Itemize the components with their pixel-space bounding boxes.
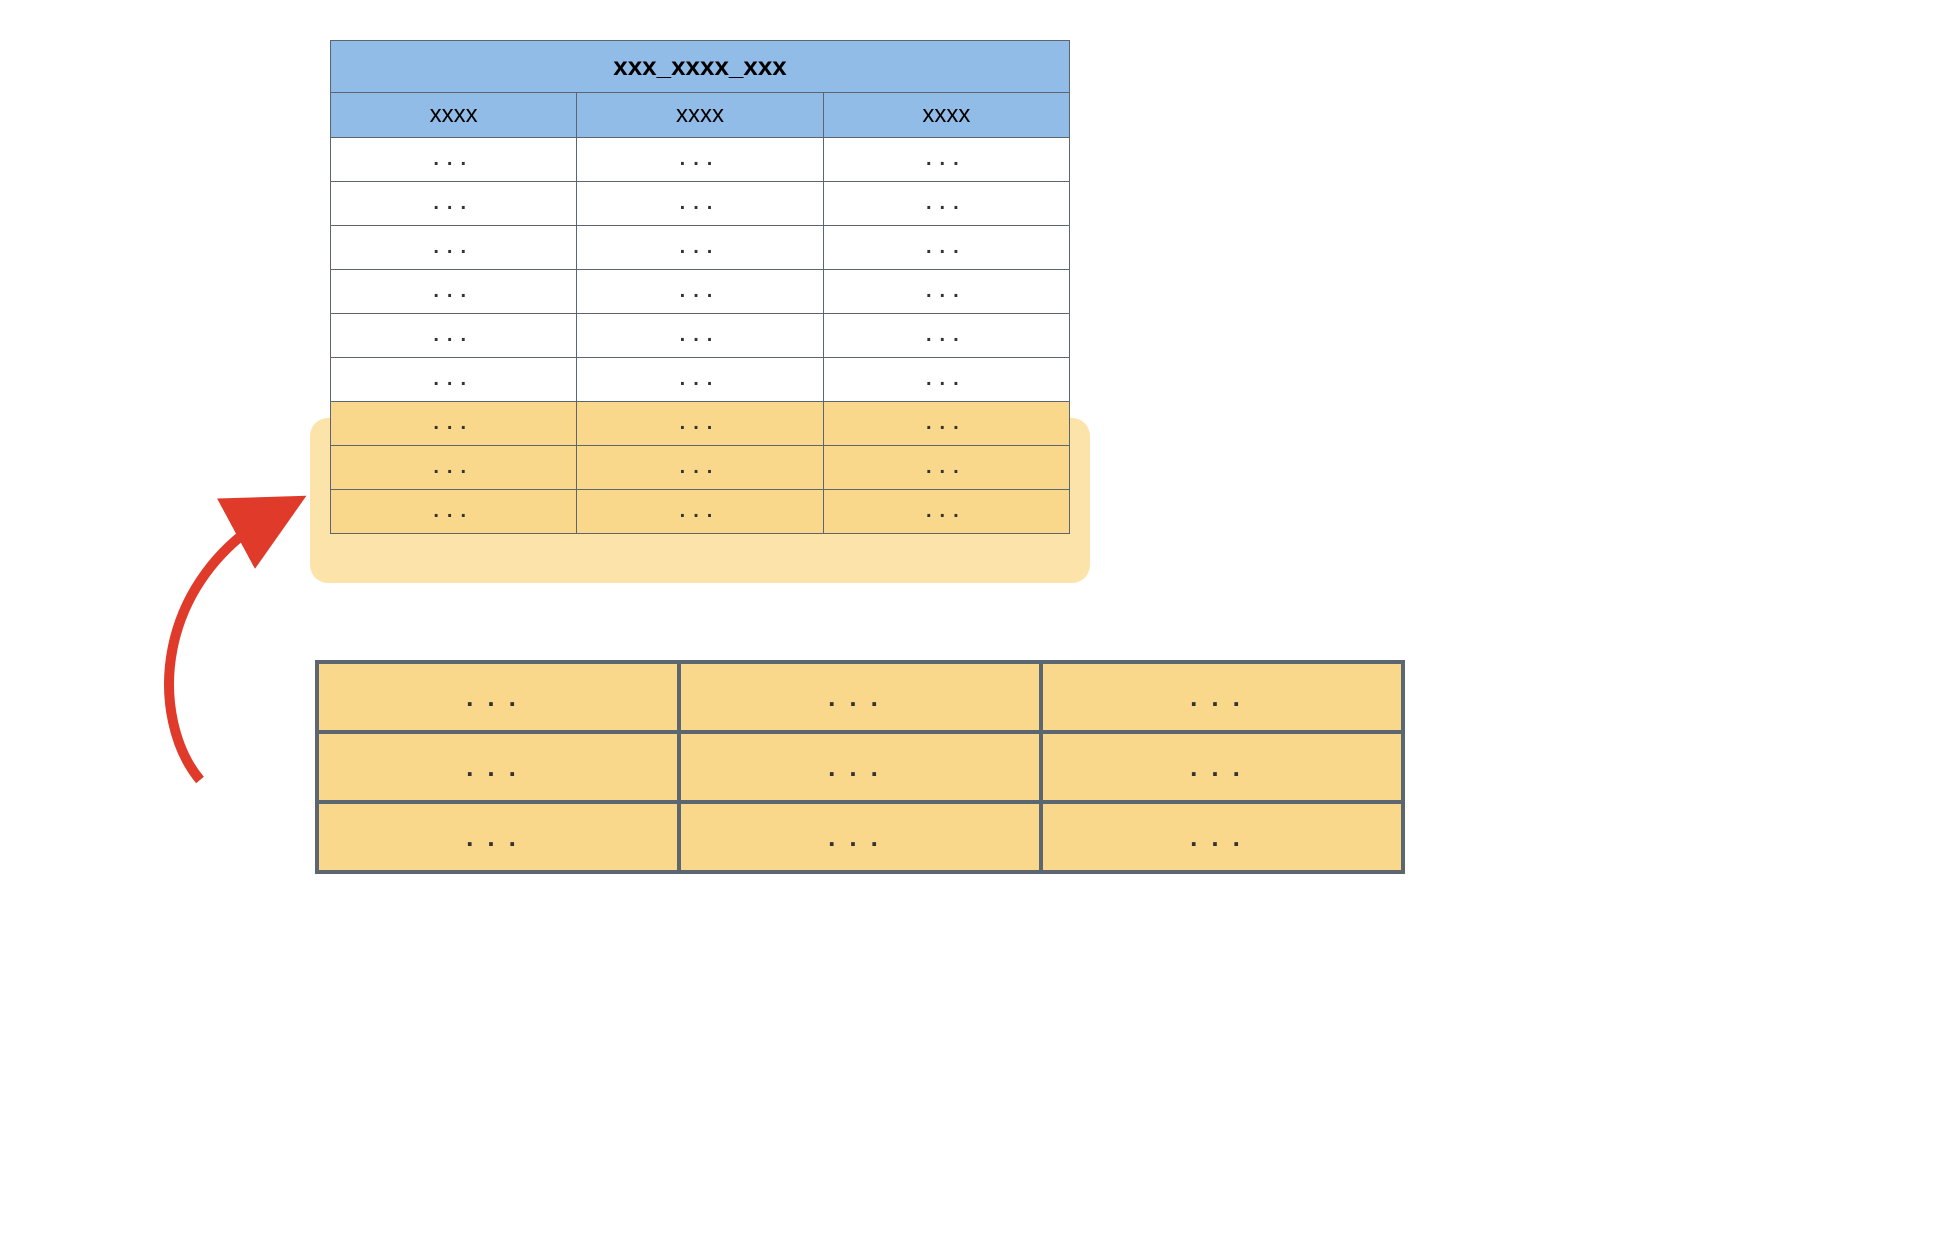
table-cell: ... xyxy=(823,314,1069,358)
table-title-row: xxx_xxxx_xxx xyxy=(331,41,1070,93)
arrow-icon xyxy=(140,440,360,840)
table-row: ... ... ... xyxy=(317,662,1403,732)
table-cell: ... xyxy=(331,314,577,358)
header-cell-1: xxxx xyxy=(577,93,823,138)
table-cell: ... xyxy=(317,802,679,872)
table-cell: ... xyxy=(823,182,1069,226)
table-cell: ... xyxy=(331,182,577,226)
table-cell-highlighted: ... xyxy=(823,490,1069,534)
table-row: ... ... ... xyxy=(331,358,1070,402)
table-row: ... ... ... xyxy=(331,226,1070,270)
table-cell: ... xyxy=(823,358,1069,402)
table-cell: ... xyxy=(577,314,823,358)
top-table-body: ... ... ... ... ... ... ... ... ... ... … xyxy=(331,138,1070,534)
table-cell: ... xyxy=(577,138,823,182)
table-cell-highlighted: ... xyxy=(331,446,577,490)
table-cell-highlighted: ... xyxy=(823,402,1069,446)
bottom-table: ... ... ... ... ... ... ... ... ... xyxy=(315,660,1405,874)
table-cell: ... xyxy=(577,182,823,226)
table-cell-highlighted: ... xyxy=(577,490,823,534)
table-cell: ... xyxy=(331,226,577,270)
table-cell: ... xyxy=(577,270,823,314)
header-cell-2: xxxx xyxy=(823,93,1069,138)
table-cell: ... xyxy=(331,138,577,182)
bottom-table-body: ... ... ... ... ... ... ... ... ... xyxy=(317,662,1403,872)
table-title: xxx_xxxx_xxx xyxy=(331,41,1070,93)
table-cell: ... xyxy=(317,732,679,802)
table-row-highlighted: ... ... ... xyxy=(331,402,1070,446)
table-cell-highlighted: ... xyxy=(823,446,1069,490)
table-row: ... ... ... xyxy=(317,802,1403,872)
table-cell: ... xyxy=(823,270,1069,314)
table-cell: ... xyxy=(331,270,577,314)
table-row: ... ... ... xyxy=(317,732,1403,802)
table-cell: ... xyxy=(823,138,1069,182)
table-cell: ... xyxy=(317,662,679,732)
table-cell: ... xyxy=(679,662,1041,732)
table-cell: ... xyxy=(679,802,1041,872)
top-table: xxx_xxxx_xxx xxxx xxxx xxxx ... ... ... … xyxy=(330,40,1070,534)
table-cell-highlighted: ... xyxy=(331,490,577,534)
table-cell: ... xyxy=(823,226,1069,270)
table-cell: ... xyxy=(1041,732,1403,802)
table-cell-highlighted: ... xyxy=(577,402,823,446)
table-row-highlighted: ... ... ... xyxy=(331,446,1070,490)
table-cell: ... xyxy=(1041,662,1403,732)
header-cell-0: xxxx xyxy=(331,93,577,138)
table-cell-highlighted: ... xyxy=(577,446,823,490)
table-cell: ... xyxy=(577,226,823,270)
table-header-row: xxxx xxxx xxxx xyxy=(331,93,1070,138)
table-cell: ... xyxy=(679,732,1041,802)
table-cell: ... xyxy=(331,358,577,402)
table-row: ... ... ... xyxy=(331,314,1070,358)
table-row: ... ... ... xyxy=(331,138,1070,182)
table-row: ... ... ... xyxy=(331,270,1070,314)
table-cell: ... xyxy=(1041,802,1403,872)
table-row-highlighted: ... ... ... xyxy=(331,490,1070,534)
table-row: ... ... ... xyxy=(331,182,1070,226)
table-cell-highlighted: ... xyxy=(331,402,577,446)
table-cell: ... xyxy=(577,358,823,402)
